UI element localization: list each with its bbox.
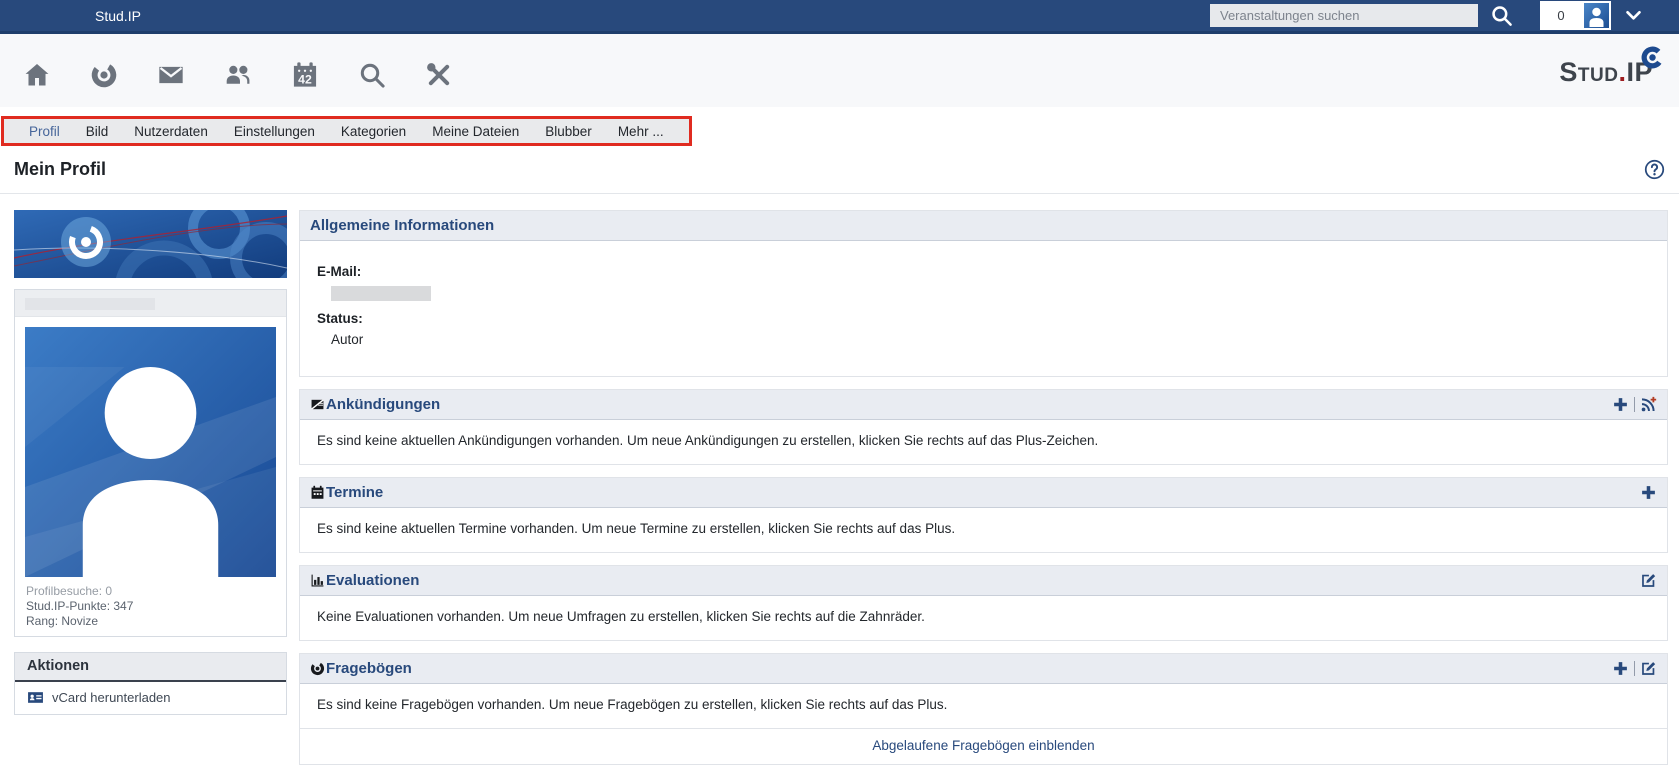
section-general-info: Allgemeine Informationen E-Mail: Status: Au… <box>299 210 1668 377</box>
section-header: Evaluationen <box>300 566 1667 596</box>
section-empty-text: Keine Evaluationen vorhanden. Um neue Um… <box>300 596 1667 640</box>
section-header-actions <box>1612 396 1657 413</box>
tab-row: ProfilBildNutzerdatenEinstellungenKatego… <box>0 107 1679 146</box>
plus-icon[interactable] <box>1612 396 1629 413</box>
actions-title: Aktionen <box>15 653 286 682</box>
dates-icon <box>310 485 325 500</box>
calendar42-icon[interactable]: 42 <box>291 61 319 89</box>
profile-stats: Profilbesuche: 0Stud.IP-Punkte: 347Rang:… <box>15 584 286 636</box>
separator <box>1634 397 1635 412</box>
tab-kategorien[interactable]: Kategorien <box>328 124 419 139</box>
actions-card: Aktionen vCard herunterladen <box>14 652 287 715</box>
section-title: Termine <box>326 484 383 501</box>
edit-icon[interactable] <box>1640 660 1657 677</box>
tab-blubber[interactable]: Blubber <box>532 124 605 139</box>
section-announcements: Ankündigungen Es sind keine aktuellen Ank… <box>299 389 1668 465</box>
edit-icon[interactable] <box>1640 572 1657 589</box>
help-icon[interactable] <box>1644 159 1665 180</box>
toolbar-icons: 42 <box>23 53 453 89</box>
topbar-right-group: 0 <box>1210 1 1643 30</box>
rss-add-icon[interactable] <box>1640 396 1657 413</box>
redacted-name <box>25 298 155 310</box>
tab-mehr[interactable]: Mehr ... <box>605 124 677 139</box>
avatar-wrap <box>15 317 286 584</box>
section-title: Allgemeine Informationen <box>310 217 494 234</box>
section-empty-text: Es sind keine aktuellen Termine vorhande… <box>300 508 1667 552</box>
community-icon[interactable] <box>224 61 252 89</box>
plus-icon[interactable] <box>1640 484 1657 501</box>
vcard-icon <box>27 689 44 706</box>
actions-list: vCard herunterladen <box>15 682 286 714</box>
profile-stat: Profilbesuche: 0 <box>26 584 275 599</box>
home-icon[interactable] <box>23 61 51 89</box>
action-label: vCard herunterladen <box>52 690 171 705</box>
notification-counter[interactable]: 0 <box>1540 8 1582 23</box>
annotation-highlight: ProfilBildNutzerdatenEinstellungenKatego… <box>1 116 692 146</box>
field: Status: Autor <box>317 311 1657 348</box>
section-title: Evaluationen <box>326 572 419 589</box>
section-fields: E-Mail: Status: Autor <box>300 241 1667 376</box>
tab-profil[interactable]: Profil <box>16 124 73 139</box>
section-title: Fragebögen <box>326 660 412 677</box>
topbar: Stud.IP 0 <box>0 0 1679 34</box>
tab-nutzerdaten[interactable]: Nutzerdaten <box>121 124 221 139</box>
main-sections: Allgemeine Informationen E-Mail: Status: Au… <box>299 210 1668 777</box>
field-value: Autor <box>331 332 1657 348</box>
redacted-value <box>331 286 431 301</box>
search-icon[interactable] <box>358 61 386 89</box>
mail-icon[interactable] <box>157 61 185 89</box>
section-header: Fragebögen <box>300 654 1667 684</box>
field-label: Status: <box>317 311 1657 327</box>
field: E-Mail: <box>317 264 1657 301</box>
section-title: Ankündigungen <box>326 396 440 413</box>
main-icon-toolbar: 42 Stud.IP <box>0 34 1679 107</box>
profile-banner-image <box>14 210 287 278</box>
course-search-input[interactable] <box>1210 4 1478 27</box>
section-evaluations: Evaluationen Keine Evaluationen vorhanden… <box>299 565 1668 641</box>
studip-logo: Stud.IP <box>1559 59 1653 86</box>
section-header-actions <box>1612 660 1657 677</box>
chevron-down-icon[interactable] <box>1624 6 1643 25</box>
section-header: Allgemeine Informationen <box>300 211 1667 241</box>
avatar[interactable] <box>1582 1 1611 30</box>
profile-card: Profilbesuche: 0Stud.IP-Punkte: 347Rang:… <box>14 289 287 637</box>
sidebar: Profilbesuche: 0Stud.IP-Punkte: 347Rang:… <box>14 210 287 730</box>
tab-bild[interactable]: Bild <box>73 124 122 139</box>
page-title: Mein Profil <box>14 159 106 180</box>
chart-icon <box>310 573 325 588</box>
page-header: Mein Profil <box>0 146 1679 194</box>
section-header-actions <box>1640 484 1657 501</box>
tab-einstellungen[interactable]: Einstellungen <box>221 124 328 139</box>
section-footer: Abgelaufene Fragebögen einblenden <box>300 728 1667 764</box>
show-expired-questionnaires-link[interactable]: Abgelaufene Fragebögen einblenden <box>872 738 1094 753</box>
section-dates: Termine Es sind keine aktuellen Termine v… <box>299 477 1668 553</box>
section-header: Ankündigungen <box>300 390 1667 420</box>
svg-text:42: 42 <box>298 72 312 86</box>
announcements-icon <box>310 397 325 412</box>
studip-spiral-icon <box>1639 44 1666 71</box>
section-empty-text: Es sind keine Fragebögen vorhanden. Um n… <box>300 684 1667 728</box>
tab-meine-dateien[interactable]: Meine Dateien <box>419 124 532 139</box>
profile-name-header <box>15 290 286 317</box>
tools-icon[interactable] <box>425 61 453 89</box>
section-empty-text: Es sind keine aktuellen Ankündigungen vo… <box>300 420 1667 464</box>
questionnaire-icon <box>310 661 325 676</box>
studip-spiral-icon[interactable] <box>90 61 118 89</box>
search-icon[interactable] <box>1490 4 1513 27</box>
profile-stat: Rang: Novize <box>26 614 275 629</box>
profile-stat: Stud.IP-Punkte: 347 <box>26 599 275 614</box>
profile-avatar-image <box>25 327 276 577</box>
plus-icon[interactable] <box>1612 660 1629 677</box>
section-header: Termine <box>300 478 1667 508</box>
section-questionnaires: Fragebögen Es sind keine Fragebögen vorha… <box>299 653 1668 765</box>
content-area: Profilbesuche: 0Stud.IP-Punkte: 347Rang:… <box>0 194 1679 777</box>
topbar-title: Stud.IP <box>95 8 141 24</box>
field-label: E-Mail: <box>317 264 1657 280</box>
action-vcard-download[interactable]: vCard herunterladen <box>15 682 286 714</box>
user-box: 0 <box>1540 1 1611 30</box>
studip-app: Stud.IP 0 42 Stud.IP ProfilBildNutzerdat… <box>0 0 1679 777</box>
logo-text: Stud <box>1559 57 1618 87</box>
separator <box>1634 661 1635 676</box>
section-header-actions <box>1640 572 1657 589</box>
